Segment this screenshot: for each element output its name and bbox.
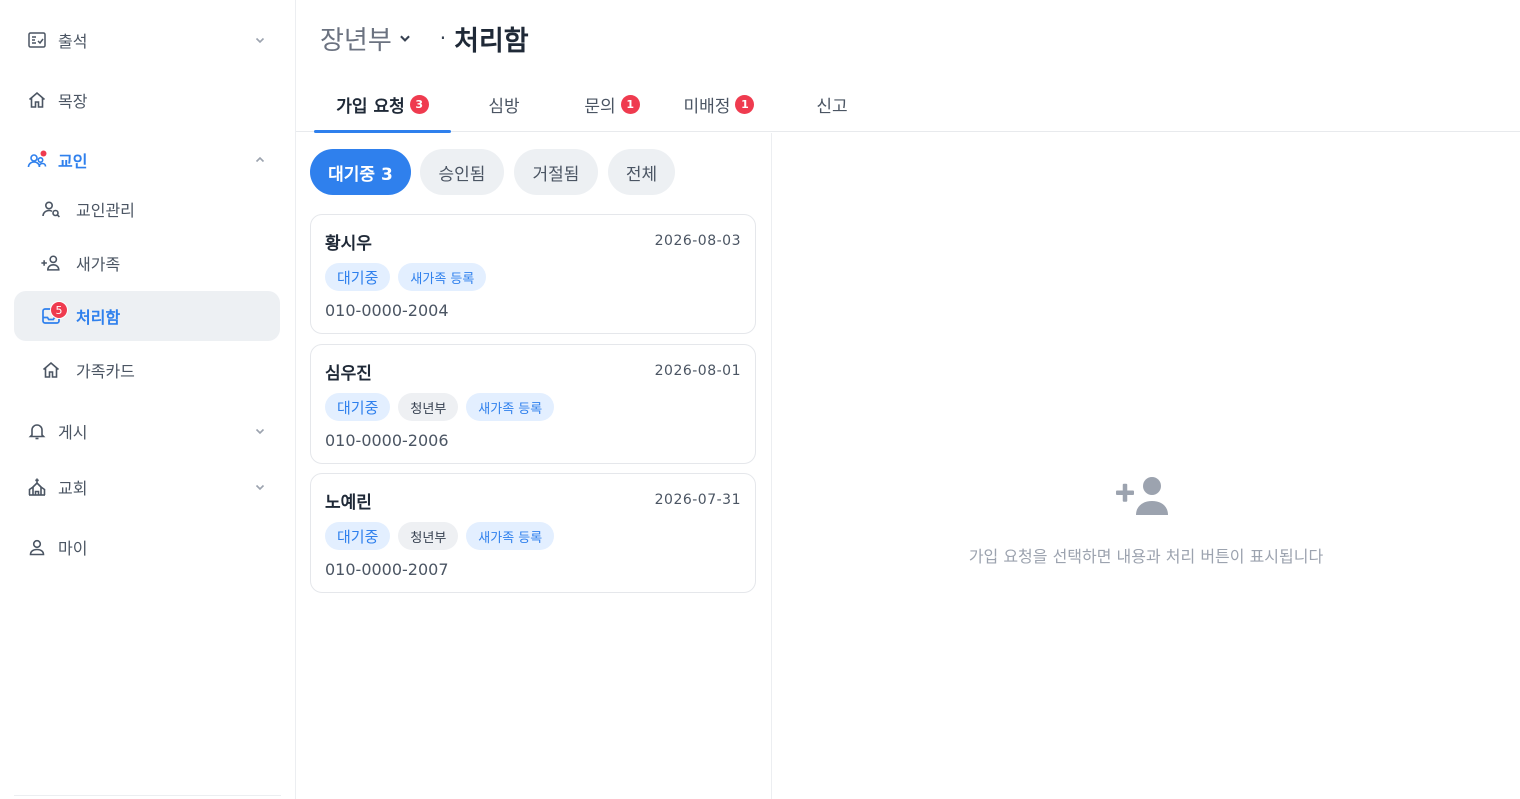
home-icon — [40, 359, 62, 381]
sidebar-item-label: 처리함 — [76, 308, 121, 327]
sidebar-item-member-management[interactable]: 교인관리 — [14, 184, 280, 234]
tab-label: 미배정 — [683, 96, 731, 117]
tag-group: 대기중 청년부 새가족 등록 — [325, 393, 555, 421]
request-date: 2026-08-01 — [654, 363, 741, 379]
chevron-up-icon — [252, 152, 268, 168]
user-plus-icon — [1116, 473, 1174, 519]
filter-pending[interactable]: 대기중 3 — [310, 149, 411, 195]
bell-icon — [26, 420, 48, 442]
tab-count-badge: 1 — [735, 94, 755, 114]
status-badge: 대기중 — [325, 393, 391, 421]
request-card[interactable]: 노예린 2026-07-31 대기중 청년부 새가족 등록 010-0000-2… — [310, 473, 756, 593]
status-badge: 대기중 — [325, 522, 391, 550]
request-type-badge: 새가족 등록 — [466, 393, 555, 421]
sidebar-item-board[interactable]: 게시 — [14, 406, 280, 456]
filter-approved[interactable]: 승인됨 — [420, 149, 504, 195]
sidebar-item-label: 목장 — [58, 92, 88, 111]
sidebar-item-inbox[interactable]: 5 처리함 — [14, 291, 280, 341]
home-icon — [26, 89, 48, 111]
church-icon — [26, 476, 48, 498]
page-title: 처리함 — [454, 25, 529, 57]
sidebar-item-church[interactable]: 교회 — [14, 462, 280, 512]
applicant-name: 노예린 — [325, 493, 372, 513]
request-detail-panel: 가입 요청을 선택하면 내용과 처리 버튼이 표시됩니다 — [772, 133, 1520, 799]
tab-label: 심방 — [488, 96, 520, 117]
sidebar: 출석 목장 교인 교인관리 새가족 5 처리함 가족카드 게시 교회 마이 — [0, 0, 296, 799]
request-type-badge: 새가족 등록 — [398, 263, 487, 291]
tag-group: 대기중 새가족 등록 — [325, 263, 487, 291]
chevron-down-icon — [252, 423, 268, 439]
page-header: 장년부 · 처리함 가입 요청 3 심방 문의 1 미배정 1 신고 — [296, 0, 1520, 133]
sidebar-item-label: 교인 — [58, 152, 88, 171]
tab-inquiry[interactable]: 문의 1 — [572, 76, 652, 132]
sidebar-item-members[interactable]: 교인 — [14, 135, 280, 185]
request-date: 2026-07-31 — [654, 492, 741, 508]
empty-state-message: 가입 요청을 선택하면 내용과 처리 버튼이 표시됩니다 — [968, 547, 1324, 566]
tab-join-requests[interactable]: 가입 요청 3 — [314, 76, 451, 133]
checklist-icon — [26, 29, 48, 51]
department-selector[interactable]: 장년부 — [320, 20, 414, 57]
sidebar-item-label: 교인관리 — [76, 201, 135, 220]
tab-report[interactable]: 신고 — [792, 76, 872, 132]
filter-rejected[interactable]: 거절됨 — [514, 149, 598, 195]
applicant-phone: 010-0000-2006 — [325, 431, 449, 450]
user-search-icon — [40, 198, 62, 220]
request-list-panel: 대기중 3 승인됨 거절됨 전체 황시우 2026-08-03 대기중 새가족 … — [296, 133, 772, 799]
title-bar: 장년부 · 처리함 — [320, 18, 529, 58]
sidebar-item-label: 마이 — [58, 539, 88, 558]
sidebar-item-label: 가족카드 — [76, 362, 135, 381]
applicant-name: 황시우 — [325, 234, 372, 254]
request-type-badge: 새가족 등록 — [466, 522, 555, 550]
applicant-phone: 010-0000-2007 — [325, 560, 449, 579]
sidebar-item-cell[interactable]: 목장 — [14, 75, 280, 125]
request-card[interactable]: 심우진 2026-08-01 대기중 청년부 새가족 등록 010-0000-2… — [310, 344, 756, 464]
sidebar-item-family-card[interactable]: 가족카드 — [14, 345, 280, 395]
tab-label: 문의 — [584, 96, 616, 117]
tab-label: 신고 — [816, 96, 848, 117]
filter-all[interactable]: 전체 — [608, 149, 675, 195]
tab-count-badge: 1 — [620, 94, 640, 114]
chevron-down-icon — [252, 32, 268, 48]
sidebar-item-label: 교회 — [58, 479, 88, 498]
sidebar-item-attendance[interactable]: 출석 — [14, 15, 280, 65]
tab-unassigned[interactable]: 미배정 1 — [674, 76, 764, 132]
sidebar-item-label: 게시 — [58, 423, 88, 442]
user-icon — [26, 536, 48, 558]
request-date: 2026-08-03 — [654, 233, 741, 249]
sidebar-item-label: 새가족 — [76, 255, 121, 274]
chevron-down-icon — [398, 30, 414, 46]
people-icon — [26, 149, 48, 171]
tag-group: 대기중 청년부 새가족 등록 — [325, 522, 555, 550]
department-badge: 청년부 — [398, 522, 459, 550]
tab-label: 가입 요청 — [336, 96, 405, 117]
applicant-name: 심우진 — [325, 364, 372, 384]
tab-visitation[interactable]: 심방 — [464, 76, 544, 132]
tab-count-badge: 3 — [409, 94, 429, 114]
user-plus-icon — [40, 252, 62, 274]
sidebar-item-new-family[interactable]: 새가족 — [14, 238, 280, 288]
sidebar-item-my[interactable]: 마이 — [14, 522, 280, 572]
chevron-down-icon — [252, 479, 268, 495]
status-badge: 대기중 — [325, 263, 391, 291]
sidebar-divider — [14, 795, 281, 796]
applicant-phone: 010-0000-2004 — [325, 301, 449, 320]
title-separator: · — [439, 26, 447, 50]
department-badge: 청년부 — [398, 393, 459, 421]
department-label: 장년부 — [320, 25, 392, 56]
inbox-count-badge: 5 — [50, 301, 68, 319]
request-card[interactable]: 황시우 2026-08-03 대기중 새가족 등록 010-0000-2004 — [310, 214, 756, 334]
sidebar-item-label: 출석 — [58, 32, 88, 51]
